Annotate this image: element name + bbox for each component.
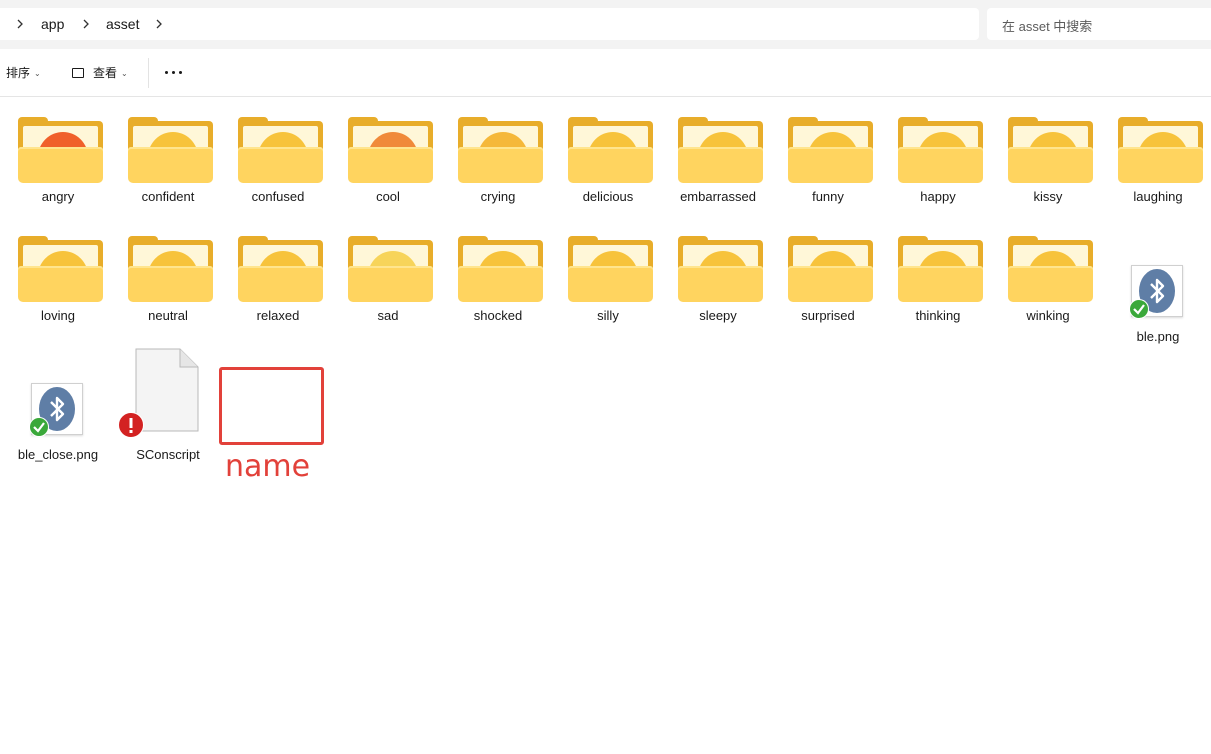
folder-icon bbox=[568, 236, 653, 304]
folder-label: embarrassed bbox=[680, 189, 756, 204]
view-label: 查看 bbox=[93, 66, 118, 80]
folder-item-neutral[interactable]: neutral bbox=[113, 219, 223, 327]
folder-label: shocked bbox=[473, 308, 523, 323]
folder-icon bbox=[678, 117, 763, 185]
folder-icon bbox=[18, 117, 103, 185]
folder-label: angry bbox=[41, 189, 75, 204]
breadcrumb-app[interactable]: app bbox=[41, 16, 64, 32]
folder-item-silly[interactable]: silly bbox=[553, 219, 663, 327]
folder-item-loving[interactable]: loving bbox=[3, 219, 113, 327]
folder-icon bbox=[678, 236, 763, 304]
folder-label: cool bbox=[376, 189, 400, 204]
view-icon bbox=[72, 68, 84, 78]
folder-icon bbox=[458, 236, 543, 304]
folder-label: happy bbox=[920, 189, 956, 204]
folder-item-confident[interactable]: confident bbox=[113, 100, 223, 208]
annotation-label: name bbox=[225, 449, 311, 484]
folder-item-funny[interactable]: funny bbox=[773, 100, 883, 208]
folder-label: kissy bbox=[1033, 189, 1063, 204]
more-icon[interactable] bbox=[163, 64, 185, 80]
search-placeholder: 在 asset 中搜索 bbox=[1002, 19, 1093, 34]
folder-icon bbox=[898, 236, 983, 304]
folder-label: sad bbox=[377, 308, 399, 323]
folder-label: funny bbox=[812, 189, 844, 204]
folder-label: sleepy bbox=[699, 308, 737, 323]
chevron-right-icon[interactable] bbox=[12, 16, 28, 32]
folder-label: thinking bbox=[915, 308, 961, 323]
sort-button[interactable]: 排序 ⌄ bbox=[6, 65, 41, 82]
folder-item-happy[interactable]: happy bbox=[883, 100, 993, 208]
sort-label: 排序 bbox=[6, 66, 31, 80]
folder-item-delicious[interactable]: delicious bbox=[553, 100, 663, 208]
folder-icon bbox=[1118, 117, 1203, 185]
folder-label: laughing bbox=[1133, 189, 1183, 204]
search-box[interactable]: 在 asset 中搜索 bbox=[987, 8, 1211, 40]
chevron-down-icon: ⌄ bbox=[34, 69, 41, 78]
folder-label: crying bbox=[480, 189, 516, 204]
address-bar-row: app asset 在 asset 中搜索 bbox=[0, 0, 1211, 49]
folder-item-kissy[interactable]: kissy bbox=[993, 100, 1103, 208]
command-bar: 排序 ⌄ 查看 ⌄ bbox=[0, 49, 1211, 97]
folder-icon bbox=[348, 236, 433, 304]
folder-item-shocked[interactable]: shocked bbox=[443, 219, 553, 327]
folder-item-confused[interactable]: confused bbox=[223, 100, 333, 208]
annotation-box bbox=[219, 367, 324, 445]
address-bar[interactable]: app asset bbox=[0, 8, 979, 40]
file-item-ble-png[interactable]: ble.png bbox=[1103, 240, 1211, 348]
file-item-ble-close-png[interactable]: ble_close.png bbox=[3, 358, 113, 466]
folder-item-sad[interactable]: sad bbox=[333, 219, 443, 327]
sync-error-icon bbox=[118, 412, 144, 438]
folder-icon bbox=[788, 236, 873, 304]
file-label: ble.png bbox=[1136, 329, 1180, 344]
folder-item-cool[interactable]: cool bbox=[333, 100, 443, 208]
folder-icon bbox=[1008, 117, 1093, 185]
chevron-right-icon[interactable] bbox=[151, 16, 167, 32]
chevron-right-icon[interactable] bbox=[78, 16, 94, 32]
folder-label: delicious bbox=[582, 189, 634, 204]
folder-icon bbox=[128, 236, 213, 304]
document-icon bbox=[135, 348, 199, 432]
folder-label: relaxed bbox=[256, 308, 300, 323]
folder-label: loving bbox=[41, 308, 75, 323]
folder-icon bbox=[18, 236, 103, 304]
folder-icon bbox=[348, 117, 433, 185]
file-label: ble_close.png bbox=[17, 447, 99, 462]
breadcrumb-asset[interactable]: asset bbox=[106, 16, 139, 32]
folder-item-relaxed[interactable]: relaxed bbox=[223, 219, 333, 327]
file-item-sconscript[interactable]: SConscript bbox=[113, 348, 223, 466]
sync-check-icon bbox=[1129, 299, 1149, 319]
chevron-down-icon: ⌄ bbox=[121, 69, 128, 78]
folder-label: silly bbox=[597, 308, 619, 323]
folder-icon bbox=[128, 117, 213, 185]
toolbar-divider bbox=[148, 58, 149, 88]
folder-icon bbox=[788, 117, 873, 185]
folder-label: confident bbox=[141, 189, 195, 204]
folder-item-thinking[interactable]: thinking bbox=[883, 219, 993, 327]
folder-item-sleepy[interactable]: sleepy bbox=[663, 219, 773, 327]
sync-check-icon bbox=[29, 417, 49, 437]
folder-item-laughing[interactable]: laughing bbox=[1103, 100, 1211, 208]
folder-label: confused bbox=[251, 189, 305, 204]
folder-icon bbox=[458, 117, 543, 185]
folder-icon bbox=[568, 117, 653, 185]
folder-item-crying[interactable]: crying bbox=[443, 100, 553, 208]
folder-icon bbox=[1008, 236, 1093, 304]
folder-item-winking[interactable]: winking bbox=[993, 219, 1103, 327]
folder-icon bbox=[898, 117, 983, 185]
folder-label: surprised bbox=[801, 308, 855, 323]
file-label: SConscript bbox=[136, 447, 200, 462]
folder-item-angry[interactable]: angry bbox=[3, 100, 113, 208]
folder-label: neutral bbox=[148, 308, 188, 323]
view-button[interactable]: 查看 ⌄ bbox=[72, 65, 128, 82]
folder-icon bbox=[238, 117, 323, 185]
folder-icon bbox=[238, 236, 323, 304]
folder-item-surprised[interactable]: surprised bbox=[773, 219, 883, 327]
folder-item-embarrassed[interactable]: embarrassed bbox=[663, 100, 773, 208]
folder-label: winking bbox=[1026, 308, 1070, 323]
